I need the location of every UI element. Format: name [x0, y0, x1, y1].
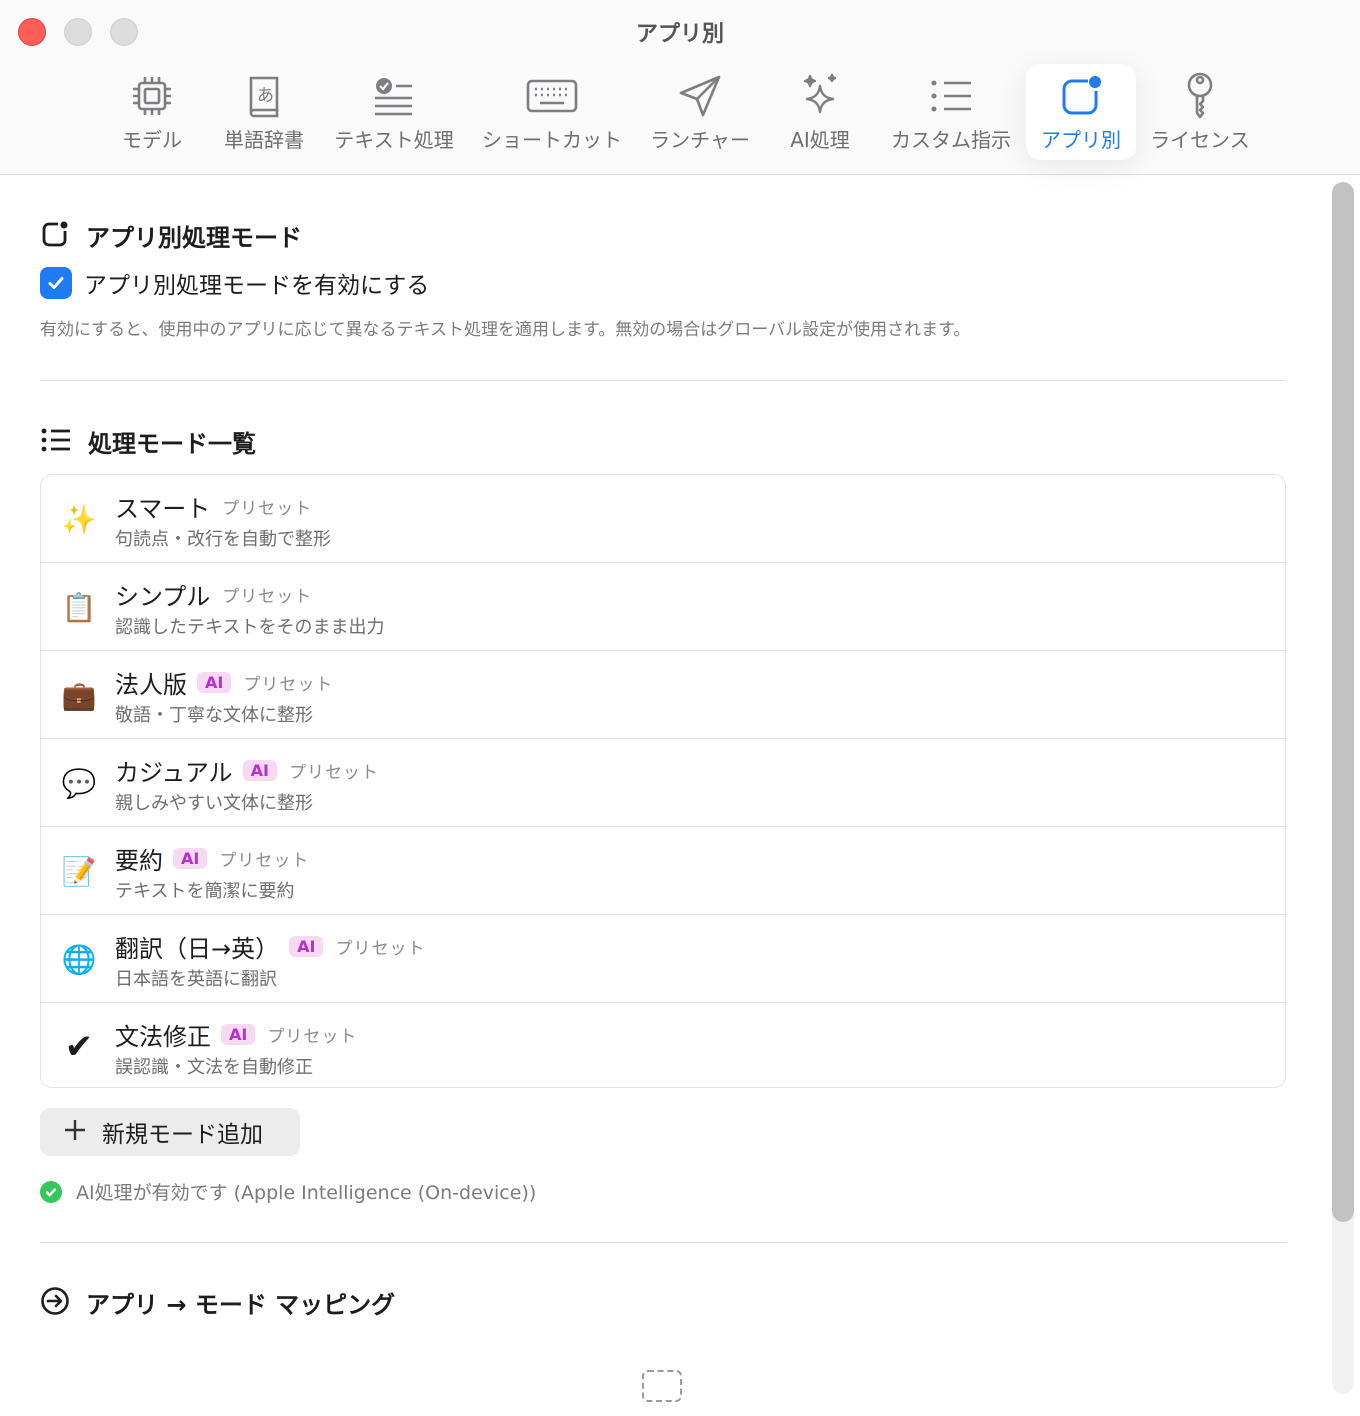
- tab-label: ランチャー: [650, 128, 750, 152]
- app-badge-icon: [40, 219, 70, 253]
- tab-label: モデル: [122, 128, 182, 152]
- app-badge-icon: [1026, 72, 1136, 120]
- mode-description: 誤認識・文法を自動修正: [115, 1057, 313, 1078]
- mode-description: 敬語・丁寧な文体に整形: [115, 705, 313, 726]
- ai-status: AI処理が有効です (Apple Intelligence (On-device…: [40, 1178, 536, 1205]
- status-check-icon: [40, 1180, 62, 1203]
- tab-per-app[interactable]: アプリ別: [1026, 64, 1136, 160]
- list-star-icon: [884, 72, 1018, 120]
- enable-per-app-label[interactable]: アプリ別処理モードを有効にする: [84, 266, 429, 300]
- speech-bubble-icon: 💬: [61, 766, 97, 800]
- tab-label: テキスト処理: [334, 128, 454, 152]
- tab-ai-processing[interactable]: AI処理: [772, 64, 868, 160]
- dashed-rectangle-icon: [642, 1370, 682, 1402]
- section-title: アプリ別処理モード: [86, 224, 302, 252]
- mapping-section-header: アプリ → モード マッピング: [40, 1285, 395, 1320]
- per-app-section-header: アプリ別処理モード: [40, 218, 302, 253]
- list-item[interactable]: 💬 カジュアル AI プリセット 親しみやすい文体に整形: [41, 739, 1285, 827]
- preset-label: プリセット: [288, 763, 379, 783]
- sparkles-icon: [772, 72, 868, 120]
- scrollbar-thumb[interactable]: [1332, 182, 1354, 1222]
- list-item[interactable]: 📝 要約 AI プリセット テキストを簡潔に要約: [41, 827, 1285, 915]
- paper-plane-icon: [644, 72, 756, 120]
- divider: [40, 380, 1286, 381]
- checkmark-icon: ✔: [64, 1027, 94, 1067]
- section-title: 処理モード一覧: [88, 430, 256, 458]
- tab-label: カスタム指示: [891, 128, 1011, 152]
- tab-label: AI処理: [790, 128, 850, 152]
- mode-name: 法人版: [115, 671, 187, 699]
- tab-custom-instructions[interactable]: カスタム指示: [884, 64, 1018, 160]
- ai-badge: AI: [197, 672, 232, 693]
- list-icon: [40, 427, 72, 457]
- mode-name: 文法修正: [115, 1023, 211, 1051]
- tab-license[interactable]: ライセンス: [1146, 64, 1254, 160]
- tab-label: ライセンス: [1150, 128, 1250, 152]
- modes-section-header: 処理モード一覧: [40, 424, 256, 459]
- mode-name: スマート: [115, 495, 211, 523]
- tab-label: アプリ別: [1041, 128, 1121, 152]
- preset-label: プリセット: [335, 939, 426, 959]
- tab-launcher[interactable]: ランチャー: [644, 64, 756, 160]
- mode-name: カジュアル: [115, 759, 233, 787]
- section-title: アプリ → モード マッピング: [86, 1291, 396, 1319]
- mode-name: 要約: [115, 847, 163, 875]
- ai-badge: AI: [242, 760, 277, 781]
- sparkles-icon: ✨: [61, 502, 97, 536]
- tab-text-processing[interactable]: テキスト処理: [328, 64, 460, 160]
- enable-per-app-checkbox[interactable]: [40, 267, 72, 299]
- preset-label: プリセット: [219, 851, 310, 871]
- per-app-description: 有効にすると、使用中のアプリに応じて異なるテキスト処理を適用します。無効の場合は…: [40, 320, 971, 340]
- tab-label: ショートカット: [482, 128, 622, 152]
- mode-name: シンプル: [115, 583, 211, 611]
- add-mode-label: 新規モード追加: [102, 1122, 263, 1148]
- mode-list: ✨ スマート プリセット 句読点・改行を自動で整形 📋 シンプル プリセット 認…: [40, 474, 1286, 1088]
- preset-label: プリセット: [267, 1027, 358, 1047]
- checkmark-icon: [48, 277, 64, 289]
- plus-icon: [64, 1117, 86, 1147]
- ai-status-text: AI処理が有効です (Apple Intelligence (On-device…: [76, 1182, 537, 1204]
- mode-description: 認識したテキストをそのまま出力: [115, 617, 385, 638]
- divider: [40, 1242, 1286, 1243]
- enable-per-app-row[interactable]: アプリ別処理モードを有効にする: [40, 266, 429, 300]
- preset-label: プリセット: [222, 499, 313, 519]
- tab-label: 単語辞書: [224, 128, 304, 152]
- window-title: アプリ別: [635, 22, 724, 47]
- tab-dictionary[interactable]: あ 単語辞書: [214, 64, 314, 160]
- preset-label: プリセット: [243, 675, 334, 695]
- svg-text:あ: あ: [257, 86, 274, 106]
- list-item[interactable]: ✔ 文法修正 AI プリセット 誤認識・文法を自動修正: [41, 1003, 1285, 1087]
- list-item[interactable]: 💼 法人版 AI プリセット 敬語・丁寧な文体に整形: [41, 651, 1285, 739]
- tab-shortcut[interactable]: ショートカット: [474, 64, 630, 160]
- mode-description: 句読点・改行を自動で整形: [115, 529, 331, 550]
- arrow-circle-icon: [40, 1286, 70, 1320]
- key-icon: [1146, 72, 1254, 120]
- memo-icon: 📝: [61, 854, 97, 888]
- mode-description: テキストを簡潔に要約: [115, 881, 295, 902]
- mode-description: 親しみやすい文体に整形: [115, 793, 313, 814]
- list-item[interactable]: 📋 シンプル プリセット 認識したテキストをそのまま出力: [41, 563, 1285, 651]
- mode-description: 日本語を英語に翻訳: [115, 969, 277, 990]
- tab-model[interactable]: モデル: [104, 64, 200, 160]
- briefcase-icon: 💼: [61, 678, 97, 712]
- preset-label: プリセット: [222, 587, 313, 607]
- add-mode-button[interactable]: 新規モード追加: [40, 1108, 300, 1156]
- ai-badge: AI: [221, 1024, 256, 1045]
- list-item[interactable]: 🌐 翻訳（日→英） AI プリセット 日本語を英語に翻訳: [41, 915, 1285, 1003]
- ai-badge: AI: [289, 936, 324, 957]
- toolbar: アプリ別 モデル あ 単語辞書 テキスト処理 ショートカット ランチャー AI処…: [0, 0, 1360, 175]
- ai-badge: AI: [173, 848, 208, 869]
- cpu-icon: [104, 72, 200, 120]
- clipboard-icon: 📋: [61, 590, 97, 624]
- mode-name: 翻訳（日→英）: [115, 935, 280, 963]
- globe-icon: 🌐: [61, 942, 97, 976]
- text-check-icon: [328, 72, 460, 120]
- keyboard-icon: [474, 72, 630, 120]
- list-item[interactable]: ✨ スマート プリセット 句読点・改行を自動で整形: [41, 475, 1285, 563]
- dictionary-icon: あ: [214, 72, 314, 120]
